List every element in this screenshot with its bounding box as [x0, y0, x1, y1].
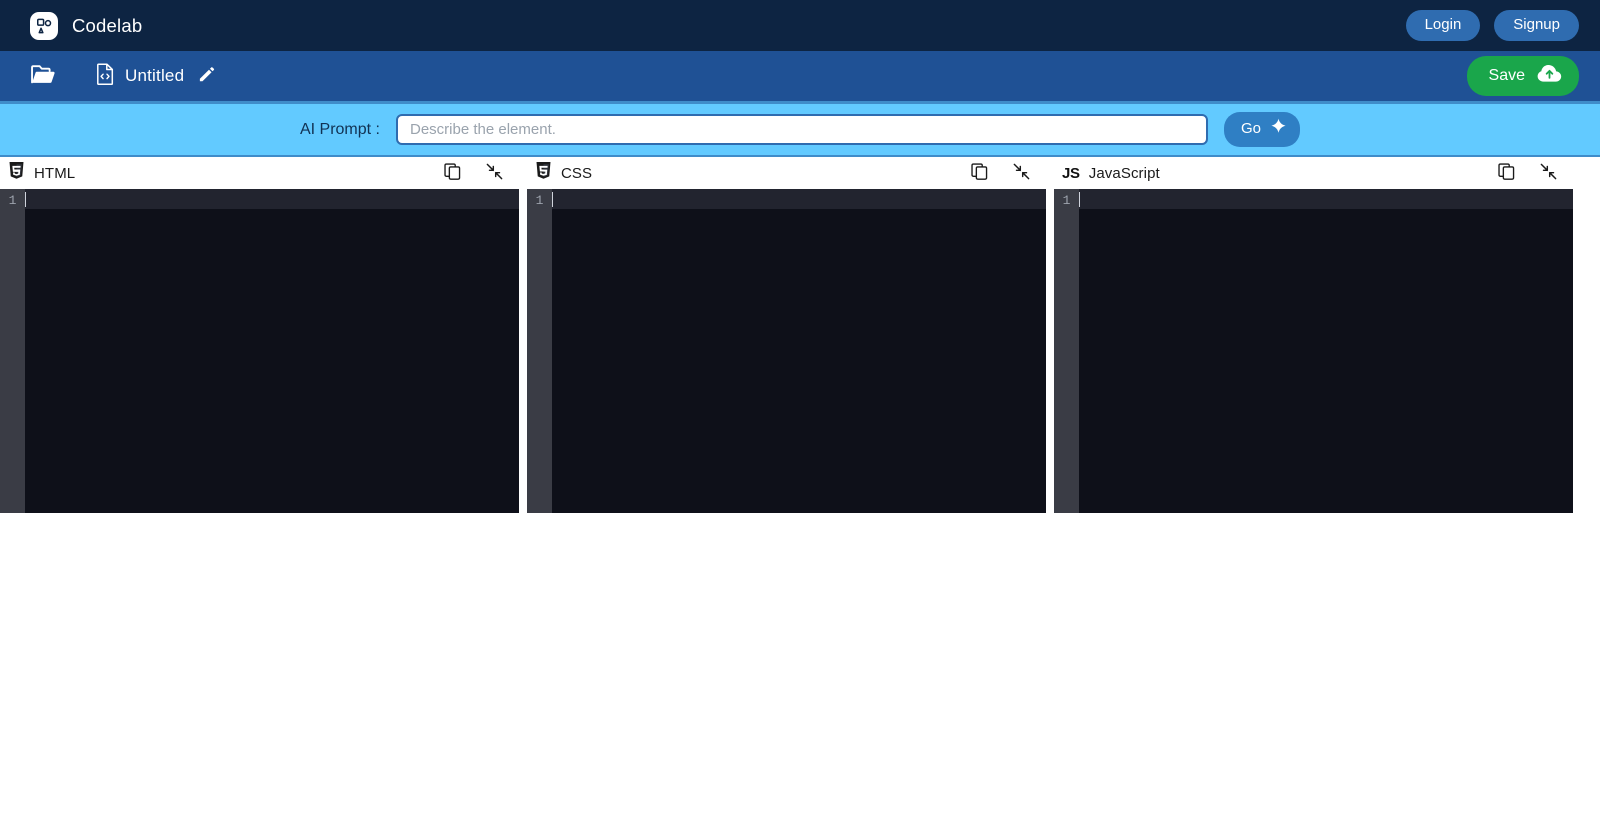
copy-code-button-javascript[interactable]	[1490, 163, 1523, 183]
js-logo-icon: JS	[1062, 164, 1080, 182]
active-line-highlight	[25, 189, 519, 209]
text-caret	[1079, 192, 1080, 207]
pane-title-javascript: JavaScript	[1088, 164, 1160, 182]
top-navbar: Codelab Login Signup	[0, 0, 1600, 51]
collapse-icon	[1540, 163, 1557, 183]
file-name-chip[interactable]: Untitled	[96, 62, 215, 90]
line-number: 1	[535, 193, 544, 208]
open-folder-icon	[31, 64, 56, 88]
text-caret	[552, 192, 553, 207]
login-button[interactable]: Login	[1405, 9, 1481, 42]
ai-go-label: Go	[1241, 119, 1262, 137]
line-number-gutter-html: 1	[0, 189, 25, 513]
copy-icon	[971, 163, 988, 183]
code-editor-javascript[interactable]: 1	[1054, 189, 1573, 513]
file-toolbar: Untitled Save	[0, 51, 1600, 104]
code-content-css[interactable]	[552, 189, 1046, 513]
line-number-gutter-javascript: 1	[1054, 189, 1079, 513]
editor-pane-css: CSS 1	[527, 157, 1046, 513]
copy-icon	[1498, 163, 1515, 183]
signup-button[interactable]: Signup	[1494, 9, 1579, 42]
code-editor-html[interactable]: 1	[0, 189, 519, 513]
editor-pane-javascript: JS JavaScript 1	[1054, 157, 1573, 513]
collapse-pane-button-javascript[interactable]	[1532, 163, 1565, 183]
line-number: 1	[8, 193, 17, 208]
copy-code-button-css[interactable]	[963, 163, 996, 183]
copy-code-button-html[interactable]	[436, 163, 469, 183]
save-button[interactable]: Save	[1466, 55, 1579, 97]
active-line-highlight	[1079, 189, 1573, 209]
collapse-icon	[1013, 163, 1030, 183]
collapse-pane-button-css[interactable]	[1005, 163, 1038, 183]
active-line-highlight	[552, 189, 1046, 209]
collapse-pane-button-html[interactable]	[478, 163, 511, 183]
editor-workspace: HTML 1 CSS 1 JS JavaScript 1	[0, 157, 1573, 513]
sparkle-icon	[1270, 118, 1287, 140]
line-number-gutter-css: 1	[527, 189, 552, 513]
ai-prompt-input[interactable]	[396, 114, 1208, 145]
ai-prompt-bar: AI Prompt : Go	[0, 104, 1600, 157]
pane-header-html: HTML	[0, 157, 519, 189]
save-button-label: Save	[1488, 66, 1525, 84]
html5-logo-icon	[8, 161, 25, 185]
code-content-html[interactable]	[25, 189, 519, 513]
pencil-icon	[197, 66, 215, 87]
line-number: 1	[1062, 193, 1071, 208]
ai-go-button[interactable]: Go	[1224, 112, 1301, 147]
file-name-label: Untitled	[125, 66, 185, 85]
brand-name: Codelab	[72, 14, 143, 36]
brand[interactable]: Codelab	[30, 11, 143, 40]
rename-file-button[interactable]	[197, 66, 215, 87]
code-editor-css[interactable]: 1	[527, 189, 1046, 513]
pane-header-javascript: JS JavaScript	[1054, 157, 1573, 189]
pane-title-css: CSS	[561, 164, 593, 182]
text-caret	[25, 192, 26, 207]
css3-logo-icon	[535, 161, 552, 185]
open-folder-button[interactable]	[31, 64, 56, 88]
copy-icon	[444, 163, 461, 183]
editor-pane-html: HTML 1	[0, 157, 519, 513]
navbar-actions: Login Signup	[1405, 9, 1579, 42]
code-content-javascript[interactable]	[1079, 189, 1573, 513]
ai-prompt-label: AI Prompt :	[299, 120, 380, 138]
cloud-upload-icon	[1537, 64, 1562, 88]
code-file-icon	[96, 62, 115, 90]
pane-header-css: CSS	[527, 157, 1046, 189]
codelab-app: Codelab Login Signup Untitled Save AI Pr…	[0, 0, 1600, 834]
collapse-icon	[486, 163, 503, 183]
pane-title-html: HTML	[34, 164, 76, 182]
shapes-logo-icon	[30, 11, 58, 40]
